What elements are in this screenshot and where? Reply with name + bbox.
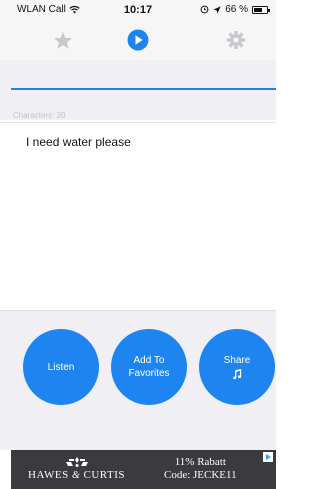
ad-brand-connector: & (71, 470, 81, 481)
listen-label: Listen (47, 361, 75, 373)
action-bar: Listen Add To Favorites Share (0, 310, 276, 450)
ad-brand-part2: CURTIS (83, 469, 125, 481)
battery-fill (254, 7, 262, 12)
location-icon (213, 5, 221, 14)
settings-tab-button[interactable] (225, 29, 247, 51)
ad-choices-icon[interactable] (263, 452, 273, 462)
listen-button[interactable]: Listen (23, 329, 99, 405)
star-icon (54, 31, 72, 49)
gear-icon (226, 30, 246, 50)
alarm-icon (200, 5, 209, 14)
share-label: Share (223, 355, 251, 366)
speak-tab-button[interactable] (127, 29, 149, 51)
favorites-tab-button[interactable] (52, 29, 74, 51)
ad-brand-part1: HAWES (28, 469, 69, 481)
music-note-icon (233, 369, 242, 380)
speech-text-area[interactable]: I need water please (0, 122, 276, 310)
status-bar: WLAN Call 10:17 66 % (0, 0, 276, 20)
ad-brand-logo: HAWES & CURTIS (19, 456, 134, 481)
ad-promo: 11% Rabatt Code: JECKE11 (164, 456, 237, 482)
status-right: 66 % (200, 4, 270, 15)
speech-text[interactable]: I need water please (26, 135, 131, 149)
ad-promo-discount: 11% Rabatt (174, 456, 226, 468)
battery-percent: 66 % (225, 4, 248, 15)
character-count: Characters: 20 (13, 111, 66, 120)
ad-promo-code: Code: JECKE11 (164, 469, 237, 481)
add-to-favorites-button[interactable]: Add To Favorites (111, 329, 187, 405)
share-button[interactable]: Share (199, 329, 275, 405)
add-to-favorites-label: Add To Favorites (128, 355, 170, 379)
toolbar (0, 20, 276, 60)
battery-icon (252, 5, 270, 14)
blue-divider (11, 88, 276, 90)
crest-icon (65, 457, 88, 467)
ad-banner[interactable]: HAWES & CURTIS 11% Rabatt Code: JECKE11 (11, 450, 276, 489)
play-icon (127, 29, 149, 51)
